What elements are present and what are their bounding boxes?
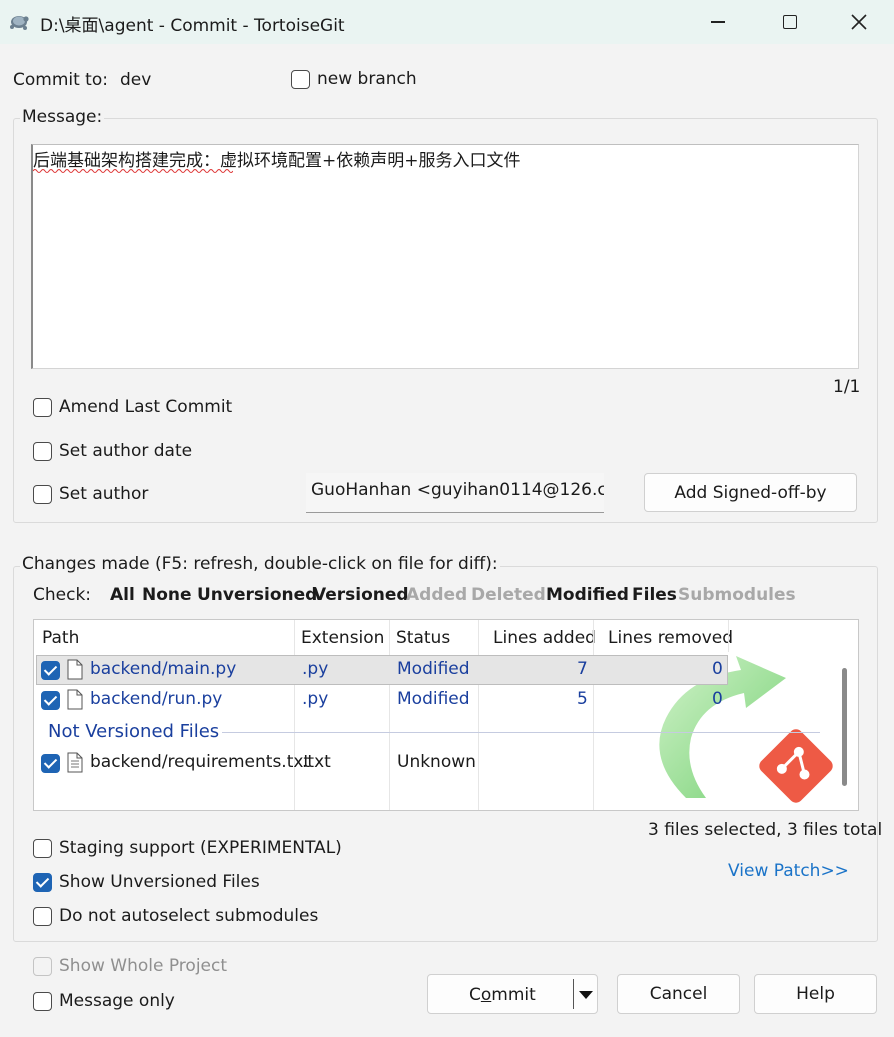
new-branch-label: new branch: [317, 69, 417, 89]
show-unversioned-check-box[interactable]: [33, 873, 52, 892]
split-divider: [573, 979, 574, 1009]
column-divider: [294, 620, 295, 810]
author-date-check-box[interactable]: [33, 442, 52, 461]
commit-label-part: mmit: [491, 985, 536, 1005]
commit-label: Commit: [469, 985, 536, 1005]
message-counter: 1/1: [833, 377, 861, 397]
set-author-check-box[interactable]: [33, 485, 52, 504]
column-status[interactable]: Status: [396, 628, 450, 648]
column-path[interactable]: Path: [42, 628, 79, 648]
commit-button[interactable]: Commit: [427, 974, 598, 1014]
message-group-label: Message:: [20, 107, 105, 127]
table-row[interactable]: backend/run.py .py Modified 5 0: [36, 685, 728, 715]
commit-label-part: C: [469, 985, 481, 1005]
spellcheck-underline: [33, 169, 233, 173]
files-summary: 3 files selected, 3 files total: [648, 820, 883, 840]
author-input[interactable]: GuoHanhan <guyihan0114@126.cor: [306, 473, 604, 513]
branch-name: dev: [120, 70, 152, 90]
commit-label-mnemonic: o: [480, 985, 492, 1005]
row-status: Modified: [397, 659, 470, 679]
row-extension: .txt: [302, 752, 331, 772]
filter-submodules[interactable]: Submodules: [678, 585, 796, 605]
filter-files[interactable]: Files: [632, 585, 677, 605]
amend-label: Amend Last Commit: [59, 397, 233, 417]
no-autoselect-check-box[interactable]: [33, 907, 52, 926]
check-label: Check:: [33, 585, 92, 605]
filter-unversioned[interactable]: Unversioned: [197, 585, 317, 605]
row-lines-added: 7: [577, 659, 588, 679]
add-signed-off-by-button[interactable]: Add Signed-off-by: [644, 473, 857, 512]
minimize-icon: [711, 21, 725, 23]
no-autoselect-label: Do not autoselect submodules: [59, 906, 319, 926]
whole-project-label: Show Whole Project: [59, 956, 228, 976]
table-row[interactable]: backend/requirements.txt .txt Unknown: [36, 748, 728, 778]
row-checkbox[interactable]: [41, 754, 60, 773]
row-status: Modified: [397, 689, 470, 709]
row-path: backend/main.py: [90, 659, 237, 679]
row-status: Unknown: [397, 752, 476, 772]
tortoise-icon: [10, 16, 29, 30]
changes-group-label: Changes made (F5: refresh, double-click …: [20, 554, 500, 574]
author-value: GuoHanhan <guyihan0114@126.cor: [311, 480, 604, 500]
group-divider: [222, 732, 820, 733]
cancel-button[interactable]: Cancel: [617, 974, 740, 1014]
message-only-label: Message only: [59, 991, 175, 1011]
filter-versioned[interactable]: Versioned: [313, 585, 409, 605]
filter-added[interactable]: Added: [406, 585, 467, 605]
message-only-check-box[interactable]: [33, 992, 52, 1011]
commit-to-label: Commit to:: [13, 70, 108, 90]
row-lines-removed: 0: [712, 689, 723, 709]
minimize-button[interactable]: [683, 0, 753, 44]
text-file-icon: [67, 752, 83, 773]
file-list[interactable]: Path Extension Status Lines added Lines …: [33, 619, 859, 811]
staging-label: Staging support (EXPERIMENTAL): [59, 838, 342, 858]
column-divider: [593, 620, 594, 810]
filter-all[interactable]: All: [110, 585, 135, 605]
staging-check-box[interactable]: [33, 839, 52, 858]
row-checkbox[interactable]: [41, 661, 60, 680]
row-extension: .py: [302, 659, 329, 679]
row-lines-removed: 0: [712, 659, 723, 679]
new-branch-check-box[interactable]: [291, 70, 310, 89]
filter-deleted[interactable]: Deleted: [471, 585, 546, 605]
column-lines-added[interactable]: Lines added: [493, 628, 596, 648]
close-button[interactable]: [824, 0, 894, 44]
close-icon: [851, 14, 867, 30]
view-patch-link[interactable]: View Patch>>: [728, 861, 849, 881]
column-extension[interactable]: Extension: [301, 628, 384, 648]
maximize-icon: [783, 15, 797, 29]
chevron-down-icon[interactable]: [578, 990, 594, 1000]
list-scrollbar[interactable]: [842, 668, 847, 786]
row-lines-added: 5: [577, 689, 588, 709]
amend-check-box[interactable]: [33, 398, 52, 417]
column-divider: [728, 620, 729, 652]
filter-modified[interactable]: Modified: [546, 585, 629, 605]
whole-project-check-box[interactable]: [33, 957, 52, 976]
column-lines-removed[interactable]: Lines removed: [608, 628, 733, 648]
unversioned-group-header: Not Versioned Files: [48, 721, 220, 742]
help-button[interactable]: Help: [754, 974, 877, 1014]
column-divider: [389, 620, 390, 810]
row-path: backend/requirements.txt: [90, 752, 311, 772]
row-extension: .py: [302, 689, 329, 709]
set-author-label: Set author: [59, 484, 149, 504]
author-date-label: Set author date: [59, 441, 193, 461]
file-icon: [67, 689, 83, 710]
maximize-button[interactable]: [755, 0, 825, 44]
table-row[interactable]: backend/main.py .py Modified 7 0: [36, 655, 728, 685]
show-unversioned-label: Show Unversioned Files: [59, 872, 260, 892]
row-checkbox[interactable]: [41, 691, 60, 710]
window-title: D:\桌面\agent - Commit - TortoiseGit: [40, 16, 345, 36]
filter-none[interactable]: None: [142, 585, 192, 605]
row-path: backend/run.py: [90, 689, 223, 709]
column-divider: [478, 620, 479, 810]
message-input[interactable]: [31, 144, 859, 369]
file-icon: [67, 659, 83, 680]
